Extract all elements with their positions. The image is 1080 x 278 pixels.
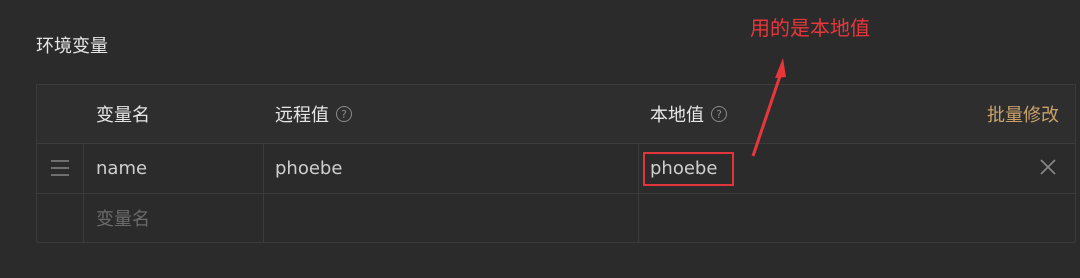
header-variable-name: 变量名 xyxy=(96,105,150,126)
new-local-value-input[interactable] xyxy=(650,194,1050,242)
header-remote-value: 远程值 ? xyxy=(275,85,352,143)
batch-edit-button[interactable]: 批量修改 xyxy=(987,85,1059,143)
header-local-label: 本地值 xyxy=(650,105,704,126)
help-icon[interactable]: ? xyxy=(711,106,727,122)
highlight-box xyxy=(643,152,734,186)
close-icon[interactable] xyxy=(1039,158,1057,176)
new-variable-row: 变量名 xyxy=(37,194,1075,242)
variable-name-cell[interactable]: name xyxy=(96,144,147,193)
section-title: 环境变量 xyxy=(36,36,108,57)
header-remote-label: 远程值 xyxy=(275,105,329,126)
table-row: name phoebe phoebe xyxy=(37,144,1075,194)
new-variable-name-input[interactable]: 变量名 xyxy=(96,194,150,242)
drag-handle-icon[interactable] xyxy=(51,160,69,176)
arrow-icon xyxy=(751,58,786,157)
remote-value-cell[interactable]: phoebe xyxy=(275,144,342,193)
new-remote-value-input[interactable] xyxy=(275,194,635,242)
help-icon[interactable]: ? xyxy=(336,106,352,122)
annotation-text: 用的是本地值 xyxy=(750,16,870,40)
env-variables-table: 变量名 远程值 ? 本地值 ? 批量修改 name phoebe phoebe … xyxy=(36,84,1076,243)
table-header: 变量名 远程值 ? 本地值 ? 批量修改 xyxy=(37,85,1075,144)
header-local-value: 本地值 ? xyxy=(650,85,727,143)
